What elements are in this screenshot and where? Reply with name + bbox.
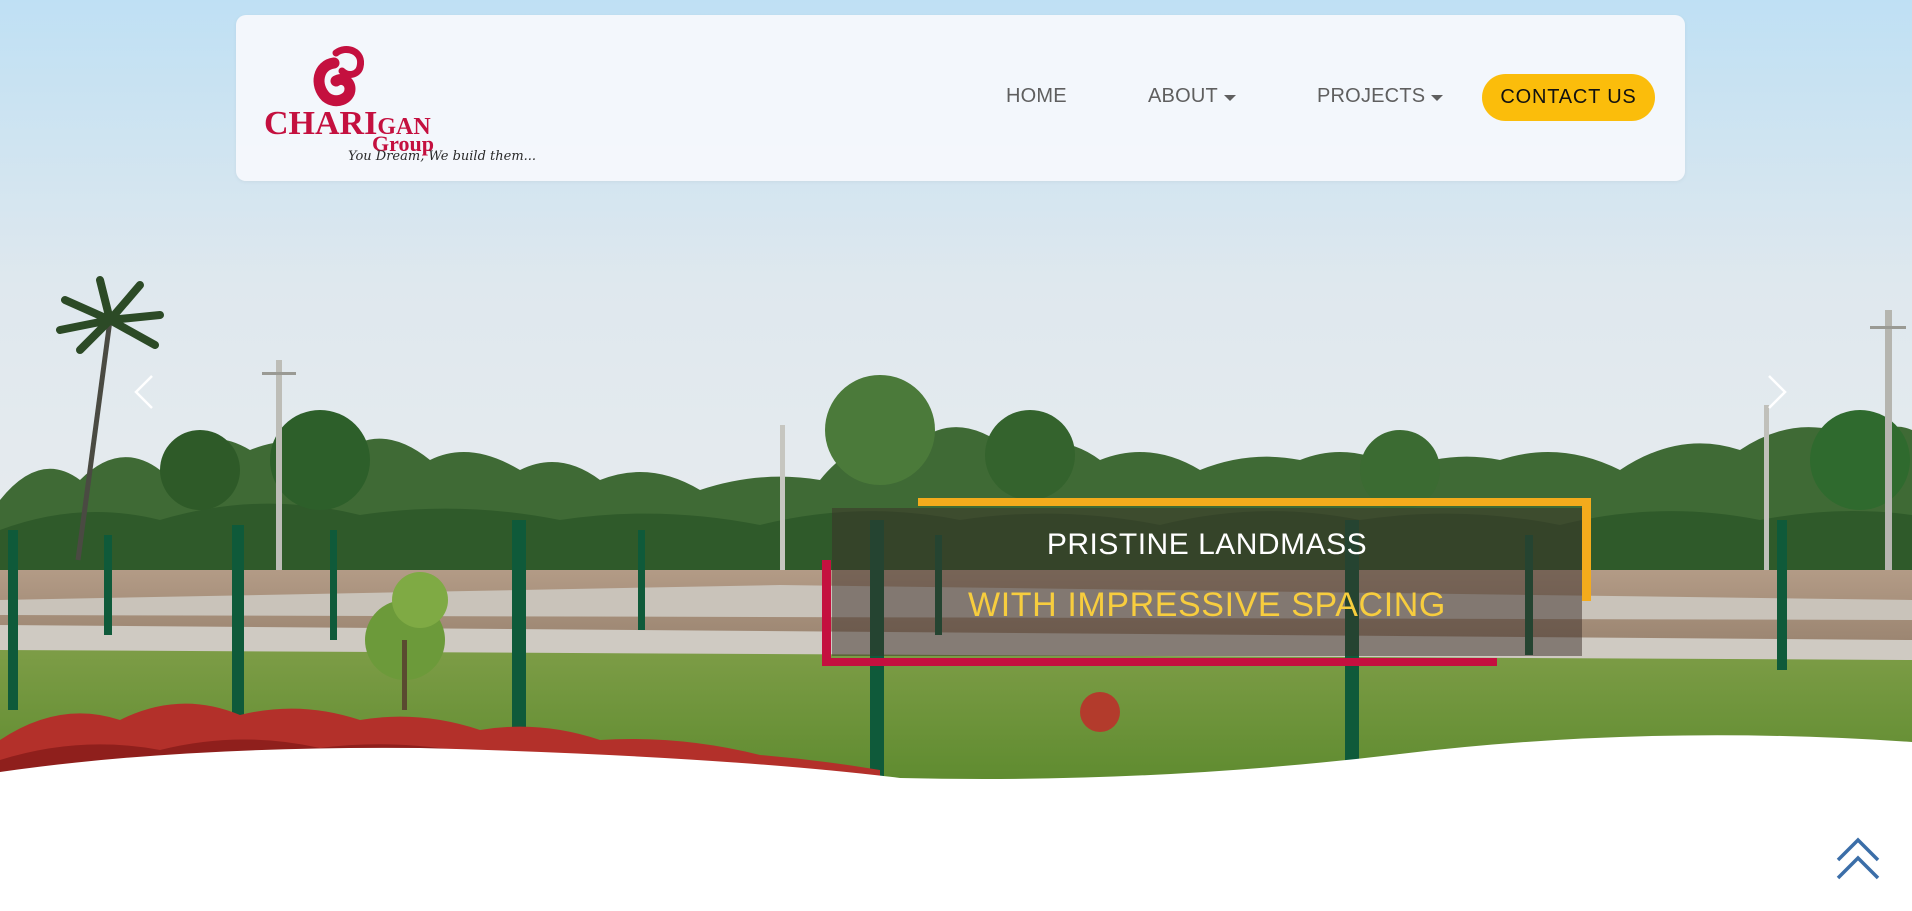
double-chevron-up-icon[interactable] (1834, 836, 1882, 884)
caption-frame-bottom (822, 658, 1497, 666)
wave-divider (0, 735, 1912, 911)
hero-caption: PRISTINE LANDMASS WITH IMPRESSIVE SPACIN… (822, 498, 1591, 666)
contact-us-label: CONTACT US (1500, 86, 1637, 108)
navbar: CHARIGAN Group You Dream, We build them.… (236, 15, 1685, 181)
nav-about-dropdown[interactable]: ABOUT (1148, 85, 1236, 108)
nav-home-label: HOME (1006, 85, 1067, 107)
hero-heading: PRISTINE LANDMASS (1046, 528, 1368, 561)
caption-frame-top (918, 498, 1582, 506)
brand-tagline: You Dream, We build them... (348, 149, 537, 164)
contact-us-button[interactable]: CONTACT US (1482, 74, 1655, 121)
chevron-right-icon[interactable] (1759, 372, 1793, 412)
hero-subheading: WITH IMPRESSIVE SPACING (968, 586, 1446, 624)
caret-down-icon (1223, 94, 1236, 101)
brand-name-part1: CHARI (264, 105, 378, 142)
caret-down-icon (1431, 94, 1444, 101)
nav-projects-dropdown[interactable]: PROJECTS (1317, 85, 1444, 108)
brand-logo[interactable]: CHARIGAN Group You Dream, We build them.… (264, 45, 536, 165)
nav-about-label: ABOUT (1148, 85, 1218, 107)
nav-projects-label: PROJECTS (1317, 85, 1426, 107)
nav-home[interactable]: HOME (1006, 85, 1067, 108)
chevron-left-icon[interactable] (128, 372, 162, 412)
